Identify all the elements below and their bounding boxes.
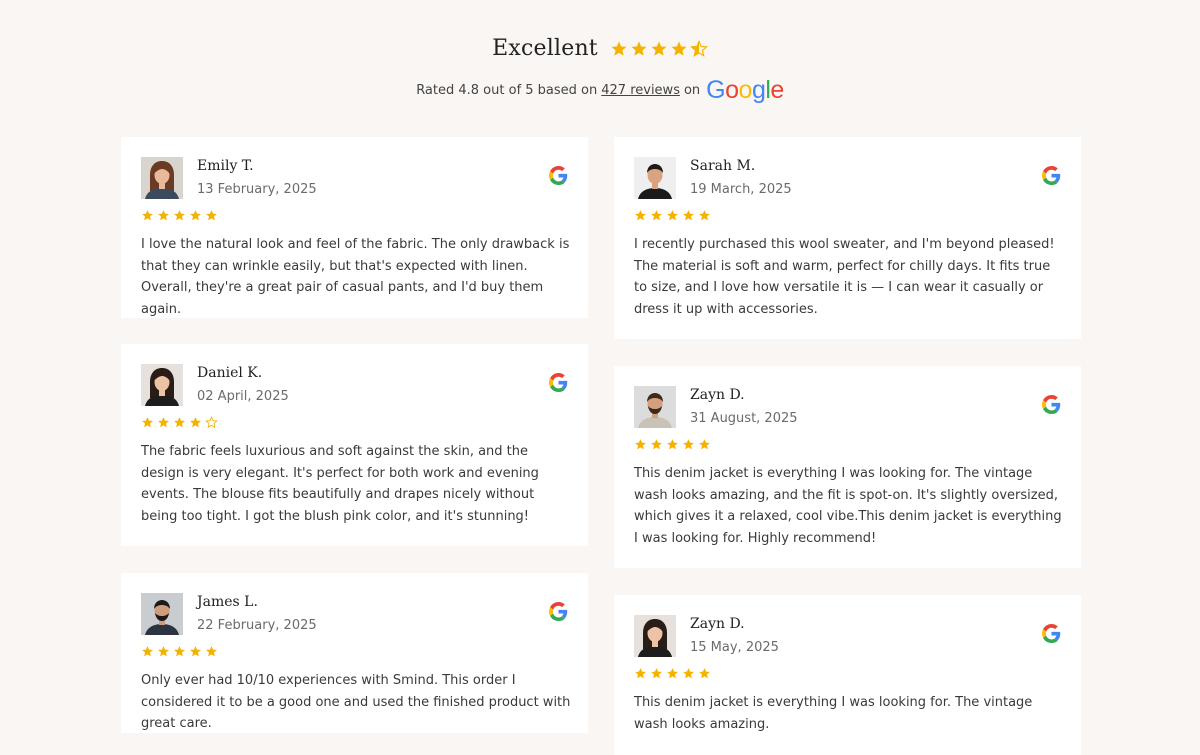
star-icon — [635, 210, 646, 221]
star-icon — [635, 439, 646, 450]
google-icon — [549, 166, 568, 185]
star-icon — [667, 668, 678, 679]
star-icon — [699, 439, 710, 450]
review-text: Only ever had 10/10 experiences with Smi… — [141, 673, 571, 732]
review-card: Zayn D. 31 August, 2025 This denim jacket … — [614, 366, 1081, 568]
star-icon — [635, 668, 646, 679]
star-icon — [699, 210, 710, 221]
star-icon — [683, 668, 694, 679]
page-title: Excellent — [492, 36, 598, 61]
google-icon — [1042, 395, 1061, 414]
star-icon — [206, 210, 217, 221]
google-icon — [1042, 624, 1061, 643]
star-icon — [631, 41, 647, 56]
star-icon — [174, 646, 185, 657]
google-icon — [549, 602, 568, 621]
star-icon — [158, 646, 169, 657]
star-icon — [683, 210, 694, 221]
star-icon — [671, 41, 687, 56]
reviewer-name: Sarah M. — [690, 158, 756, 174]
star-icon — [190, 417, 201, 428]
google-logo-letter: o — [725, 76, 739, 104]
review-rating-stars — [634, 209, 711, 222]
review-rating-stars — [634, 438, 711, 451]
review-text: The fabric feels luxurious and soft agai… — [141, 444, 539, 525]
reviewer-name: Zayn D. — [690, 387, 745, 403]
rating-summary-text: Rated 4.8 out of 5 based on — [416, 83, 598, 98]
avatar — [634, 615, 676, 657]
star-icon — [142, 646, 153, 657]
review-text: This denim jacket is everything I was lo… — [634, 695, 1033, 732]
review-date: 31 August, 2025 — [690, 411, 798, 426]
review-rating-stars — [634, 667, 711, 680]
star-icon — [651, 41, 667, 56]
reviewer-name: Emily T. — [197, 158, 254, 174]
review-card: Daniel K. 02 April, 2025 The fabric feels … — [121, 344, 588, 546]
star-icon — [206, 646, 217, 657]
avatar — [141, 157, 183, 199]
star-icon — [174, 210, 185, 221]
star-icon — [190, 646, 201, 657]
star-icon — [142, 417, 153, 428]
review-rating-stars — [141, 416, 218, 429]
review-date: 13 February, 2025 — [197, 182, 317, 197]
star-icon — [611, 41, 627, 56]
review-date: 22 February, 2025 — [197, 618, 317, 633]
review-rating-stars — [141, 209, 218, 222]
review-rating-stars — [141, 645, 218, 658]
review-card: James L. 22 February, 2025 Only ever had 1… — [121, 573, 588, 733]
star-icon — [651, 439, 662, 450]
review-text: This denim jacket is everything I was lo… — [634, 466, 1062, 547]
star-icon — [667, 210, 678, 221]
rating-summary-line: Rated 4.8 out of 5 based on 427 reviews … — [0, 76, 1200, 105]
on-text: on — [683, 83, 701, 98]
review-text: I recently purchased this wool sweater, … — [634, 237, 1055, 318]
review-text: I love the natural look and feel of the … — [141, 237, 570, 318]
review-card: Sarah M. 19 March, 2025 I recently purchas… — [614, 137, 1081, 339]
avatar — [141, 593, 183, 635]
review-date: 02 April, 2025 — [197, 389, 289, 404]
review-date: 19 March, 2025 — [690, 182, 792, 197]
star-empty-icon — [205, 416, 218, 429]
reviews-link[interactable]: 427 reviews — [601, 83, 680, 98]
star-half-icon — [689, 39, 708, 57]
avatar — [634, 157, 676, 199]
star-icon — [699, 668, 710, 679]
google-icon — [1042, 166, 1061, 185]
star-icon — [158, 417, 169, 428]
overall-rating-stars — [610, 39, 708, 58]
review-date: 15 May, 2025 — [690, 640, 779, 655]
google-logo-letter: G — [706, 76, 726, 104]
avatar — [141, 364, 183, 406]
star-icon — [142, 210, 153, 221]
google-logo-letter: o — [738, 76, 753, 104]
star-icon — [651, 668, 662, 679]
star-icon — [667, 439, 678, 450]
reviewer-name: Zayn D. — [690, 616, 745, 632]
reviewer-name: James L. — [197, 594, 258, 610]
google-icon — [549, 373, 568, 392]
google-logo-letter: g — [751, 76, 766, 104]
star-icon — [158, 210, 169, 221]
review-card: Zayn D. 15 May, 2025 This denim jacket is … — [614, 595, 1081, 755]
star-icon — [651, 210, 662, 221]
reviewer-name: Daniel K. — [197, 365, 263, 381]
star-icon — [190, 210, 201, 221]
star-icon — [174, 417, 185, 428]
google-logo: Google — [706, 76, 784, 105]
star-icon — [683, 439, 694, 450]
rating-summary-header: Excellent — [0, 36, 1200, 61]
avatar — [634, 386, 676, 428]
google-logo-letter: e — [770, 76, 784, 104]
review-card: Emily T. 13 February, 2025 I love the natu… — [121, 137, 588, 318]
